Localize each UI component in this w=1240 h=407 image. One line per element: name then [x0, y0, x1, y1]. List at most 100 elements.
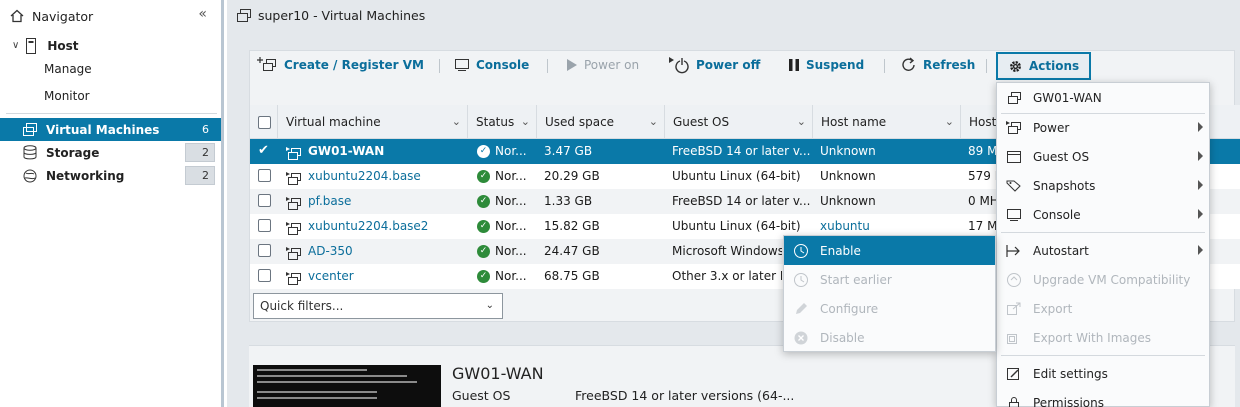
status-cell: ✓ Nor... [477, 264, 535, 289]
vm-icon [237, 8, 252, 23]
detail-guest-os-label: Guest OS [452, 388, 511, 403]
row-checkbox[interactable] [258, 169, 271, 182]
row-checkbox[interactable] [258, 219, 271, 232]
menu-item-guest-os[interactable]: Guest OS [997, 142, 1209, 171]
chevron-down-icon[interactable]: ∨ [12, 40, 19, 51]
select-all-checkbox[interactable] [258, 116, 271, 129]
refresh-label: Refresh [923, 58, 976, 72]
chevron-down-icon[interactable]: ⌄ [649, 105, 658, 139]
quick-filters-select[interactable]: Quick filters... ⌄ [253, 293, 503, 319]
menu-item-label: Configure [820, 301, 879, 316]
submenu-item-disable[interactable]: Disable [784, 323, 995, 352]
host-icon [23, 37, 39, 54]
menu-item-export[interactable]: Export [997, 294, 1209, 323]
vm-name: xubuntu2204.base [308, 169, 421, 183]
vm-name-cell[interactable]: AD-350 [286, 239, 466, 264]
row-checkbox[interactable] [258, 244, 271, 257]
vm-name-cell[interactable]: xubuntu2204.base [286, 164, 466, 189]
menu-item-permissions[interactable]: Permissions [997, 388, 1209, 407]
collapse-navigator-icon[interactable]: « [198, 6, 207, 22]
console-thumbnail[interactable] [253, 365, 441, 407]
menu-item-label: Upgrade VM Compatibility [1033, 272, 1191, 287]
vm-name: vcenter [308, 269, 354, 283]
submenu-item-configure[interactable]: Configure [784, 294, 995, 323]
vm-icon [286, 220, 302, 235]
row-checkbox[interactable] [258, 194, 271, 207]
vm-name-cell[interactable]: xubuntu2204.base2 [286, 214, 466, 239]
upgrade-icon [1005, 271, 1023, 289]
column-guest-os[interactable]: Guest OS ⌄ [664, 105, 812, 139]
nav-networking[interactable]: Networking 2 [0, 164, 221, 187]
refresh-button[interactable]: Refresh [901, 53, 975, 77]
power-off-icon [668, 56, 690, 74]
vm-icon [286, 270, 302, 285]
gear-icon [1008, 59, 1023, 74]
row-checkbox[interactable]: ✔ [258, 144, 271, 157]
menu-item-label: Console [1033, 207, 1081, 222]
menu-item-label: Power [1033, 120, 1070, 135]
status-text: Nor... [495, 169, 527, 183]
row-checkbox[interactable] [258, 269, 271, 282]
check-circle-icon: ✓ [477, 245, 490, 258]
guest-os-cell: FreeBSD 14 or later v... [672, 144, 810, 158]
column-host-name[interactable]: Host name ⌄ [812, 105, 960, 139]
column-used-space[interactable]: Used space ⌄ [536, 105, 664, 139]
menu-item-snapshots[interactable]: Snapshots [997, 171, 1209, 200]
menu-item-power[interactable]: Power [997, 113, 1209, 142]
nav-monitor[interactable]: Monitor [0, 84, 221, 107]
pause-icon [788, 58, 800, 72]
status-cell: ✓ Nor... [477, 139, 535, 164]
navigator-panel: Navigator « ∨ Host Manage Monitor Virtua… [0, 0, 224, 407]
status-text: Nor... [495, 194, 527, 208]
nav-divider [6, 113, 217, 114]
check-circle-icon: ✓ [477, 145, 490, 158]
column-virtual-machine[interactable]: Virtual machine ⌄ [277, 105, 467, 139]
status-cell: ✓ Nor... [477, 164, 535, 189]
nav-manage-label: Manage [44, 61, 92, 76]
suspend-button[interactable]: Suspend [788, 53, 864, 77]
console-button[interactable]: Console [454, 53, 529, 77]
status-text: Nor... [495, 244, 527, 258]
menu-item-console[interactable]: Console [997, 200, 1209, 229]
chevron-down-icon[interactable]: ⌄ [452, 105, 461, 139]
chevron-down-icon[interactable]: ⌄ [945, 105, 954, 139]
actions-button[interactable]: Actions [996, 52, 1092, 80]
submenu-arrow-icon [1198, 180, 1203, 190]
console-label: Console [476, 58, 530, 72]
menu-item-upgrade-compatibility[interactable]: Upgrade VM Compatibility [997, 265, 1209, 294]
chevron-down-icon[interactable]: ⌄ [797, 105, 806, 139]
vm-power-icon [1005, 119, 1023, 137]
used-space-cell: 24.47 GB [544, 244, 600, 258]
nav-manage[interactable]: Manage [0, 57, 221, 80]
submenu-arrow-icon [1198, 151, 1203, 161]
create-register-vm-button[interactable]: Create / Register VM [256, 53, 424, 77]
nav-host[interactable]: ∨ Host [0, 34, 221, 57]
menu-item-label: Autostart [1033, 243, 1089, 258]
menu-item-edit-settings[interactable]: Edit settings [997, 359, 1209, 388]
vm-name-cell[interactable]: GW01-WAN [286, 139, 466, 164]
menu-item-autostart[interactable]: Autostart [997, 236, 1209, 265]
vm-name-cell[interactable]: vcenter [286, 264, 466, 289]
column-label: Host name [821, 115, 887, 129]
nav-storage[interactable]: Storage 2 [0, 141, 221, 164]
column-label: Used space [545, 115, 615, 129]
host-name-cell: Unknown [820, 144, 876, 158]
export-images-icon [1005, 329, 1023, 347]
navigator-title: Navigator [32, 8, 94, 24]
vm-name-cell[interactable]: pf.base [286, 189, 466, 214]
actions-label: Actions [1029, 59, 1080, 73]
nav-virtual-machines[interactable]: Virtual Machines 6 [0, 118, 221, 141]
tag-icon [1005, 177, 1023, 195]
column-status[interactable]: Status ⌄ [467, 105, 536, 139]
menu-item-label: Export [1033, 301, 1073, 316]
export-icon [1005, 300, 1023, 318]
autostart-submenu: Enable Start earlier Configure Disable [783, 235, 996, 352]
submenu-item-enable[interactable]: Enable [784, 236, 995, 265]
chevron-down-icon[interactable]: ⌄ [521, 105, 530, 139]
submenu-item-start-earlier[interactable]: Start earlier [784, 265, 995, 294]
power-off-button[interactable]: Power off [668, 53, 760, 77]
used-space-cell: 3.47 GB [544, 144, 593, 158]
page-title: super10 - Virtual Machines [237, 8, 425, 23]
power-on-button[interactable]: Power on [566, 53, 639, 77]
menu-item-export-with-images[interactable]: Export With Images [997, 323, 1209, 352]
